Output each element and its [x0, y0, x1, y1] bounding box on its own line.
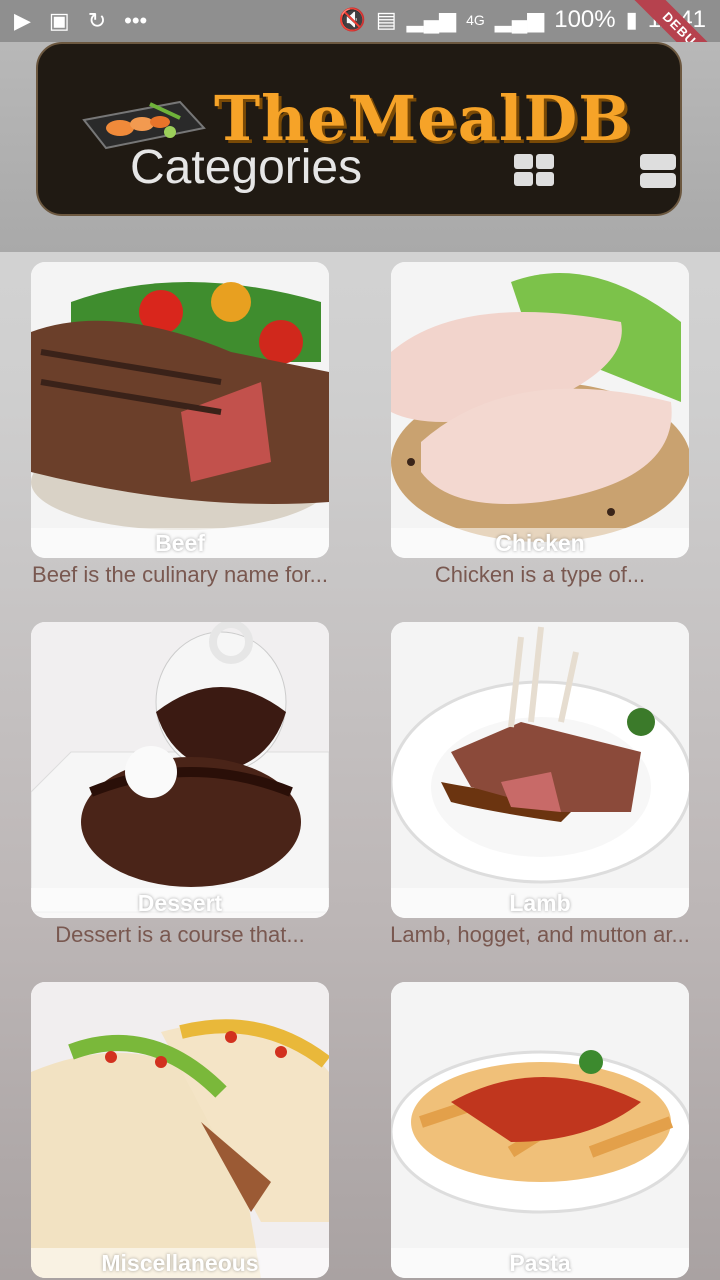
status-bar: ▶ ▣ ↻ ••• 🔇 ▤ ▂▄▆ 4G ▂▄▆ 100% ▮ 11:41 DE… — [0, 0, 720, 94]
category-name: Miscellaneous — [31, 1248, 329, 1278]
category-card-pasta[interactable]: Pasta — [391, 982, 689, 1280]
sim-icon: ▤ — [375, 7, 397, 32]
pasta-image: Pasta — [391, 982, 689, 1278]
category-name: Pasta — [391, 1248, 689, 1278]
category-card-miscellaneous[interactable]: Miscellaneous — [31, 982, 329, 1280]
header-card: TheMealDB Categories — [36, 42, 682, 216]
app-bar: TheMealDB Categories — [0, 42, 720, 252]
category-description: Chicken is a type of... — [434, 562, 646, 587]
category-description: Beef is the culinary name for... — [32, 562, 328, 587]
page-title: Categories — [130, 141, 363, 194]
more-icon: ••• — [124, 8, 148, 33]
signal-icon: ▂▄▆ — [406, 7, 457, 32]
category-grid[interactable]: Beef Beef is the culinary name for... Ch… — [0, 262, 720, 1280]
dessert-image: Dessert — [31, 622, 329, 918]
list-view-icon[interactable] — [640, 154, 676, 188]
miscellaneous-image: Miscellaneous — [31, 982, 329, 1278]
category-card-dessert[interactable]: Dessert Dessert is a course that... — [31, 622, 329, 948]
battery-icon: ▮ — [625, 7, 638, 32]
category-name: Dessert — [31, 888, 329, 918]
category-card-beef[interactable]: Beef Beef is the culinary name for... — [31, 262, 329, 588]
category-description: Lamb, hogget, and mutton ar... — [390, 922, 690, 947]
mute-icon: 🔇 — [338, 7, 366, 32]
category-card-chicken[interactable]: Chicken Chicken is a type of... — [391, 262, 689, 588]
chicken-image: Chicken — [391, 262, 689, 558]
play-icon: ▶ — [14, 8, 31, 33]
grid-view-icon[interactable] — [514, 154, 554, 186]
battery-percent: 100% — [554, 6, 616, 33]
signal-icon: ▂▄▆ — [494, 7, 545, 32]
network-label: 4G — [466, 12, 485, 28]
category-card-lamb[interactable]: Lamb Lamb, hogget, and mutton ar... — [390, 622, 690, 948]
lamb-image: Lamb — [391, 622, 689, 918]
beef-image: Beef — [31, 262, 329, 558]
category-name: Beef — [31, 528, 329, 558]
category-description: Dessert is a course that... — [55, 922, 305, 947]
flipboard-icon: ▣ — [48, 8, 70, 33]
refresh-icon: ↻ — [87, 8, 107, 33]
category-name: Chicken — [391, 528, 689, 558]
category-name: Lamb — [391, 888, 689, 918]
